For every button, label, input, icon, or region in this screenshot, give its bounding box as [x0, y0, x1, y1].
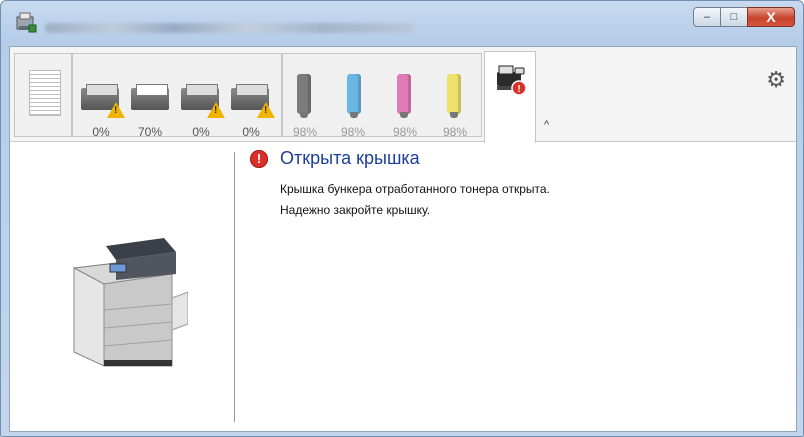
tray-3-icon [181, 82, 225, 118]
status-message-pane: ! Открыта крышка Крышка бункера отработа… [236, 142, 796, 431]
tray-1-level: 0% [92, 125, 110, 139]
printer-app-icon [16, 12, 37, 33]
yellow-toner-level: 98% [442, 125, 468, 139]
pane-divider [234, 152, 235, 422]
title-bar[interactable]: – □ X [1, 1, 803, 45]
tray-2-level: 70% [137, 125, 163, 139]
status-window: – □ X 0% 70% 0% 0% [0, 0, 804, 437]
tray-4-icon [231, 82, 275, 118]
warning-icon [107, 102, 125, 118]
status-message-line-2: Надежно закройте крышку. [280, 203, 431, 217]
cyan-toner-icon [347, 74, 361, 118]
window-title [45, 23, 415, 33]
maximize-button[interactable]: □ [720, 7, 748, 27]
status-title: Открыта крышка [280, 148, 420, 168]
paper-tab[interactable] [14, 53, 72, 137]
error-icon: ! [250, 150, 268, 168]
close-button[interactable]: X [747, 7, 795, 27]
tray-4-level: 0% [242, 125, 260, 139]
toner-panel[interactable]: 98% 98% 98% 98% [282, 53, 482, 139]
tray-3-level: 0% [192, 125, 210, 139]
tray-1-icon [81, 82, 125, 118]
black-toner-icon [297, 74, 311, 118]
device-image-pane [10, 142, 234, 431]
device-status-tab[interactable]: ! [484, 51, 536, 143]
paper-stack-icon [29, 70, 61, 116]
device-error-icon: ! [497, 65, 527, 96]
warning-icon [257, 102, 275, 118]
cyan-toner-level: 98% [340, 125, 366, 139]
magenta-toner-level: 98% [392, 125, 418, 139]
client-area: 0% 70% 0% 0% 98% 98% 98% 98% [9, 46, 797, 432]
gear-icon[interactable]: ⚙ [766, 67, 786, 93]
status-toolbar: 0% 70% 0% 0% 98% 98% 98% 98% [10, 47, 796, 143]
yellow-toner-icon [447, 74, 461, 118]
magenta-toner-icon [397, 74, 411, 118]
black-toner-level: 98% [292, 125, 318, 139]
collapse-toolbar-button[interactable]: ^ [544, 119, 549, 131]
tray-2-icon [131, 82, 173, 112]
status-message-line-1: Крышка бункера отработанного тонера откр… [280, 182, 550, 196]
mfp-printer-icon [72, 238, 188, 367]
svg-text:!: ! [517, 84, 520, 95]
minimize-button[interactable]: – [693, 7, 721, 27]
paper-trays-panel[interactable]: 0% 70% 0% 0% [72, 53, 282, 139]
warning-icon [207, 102, 225, 118]
